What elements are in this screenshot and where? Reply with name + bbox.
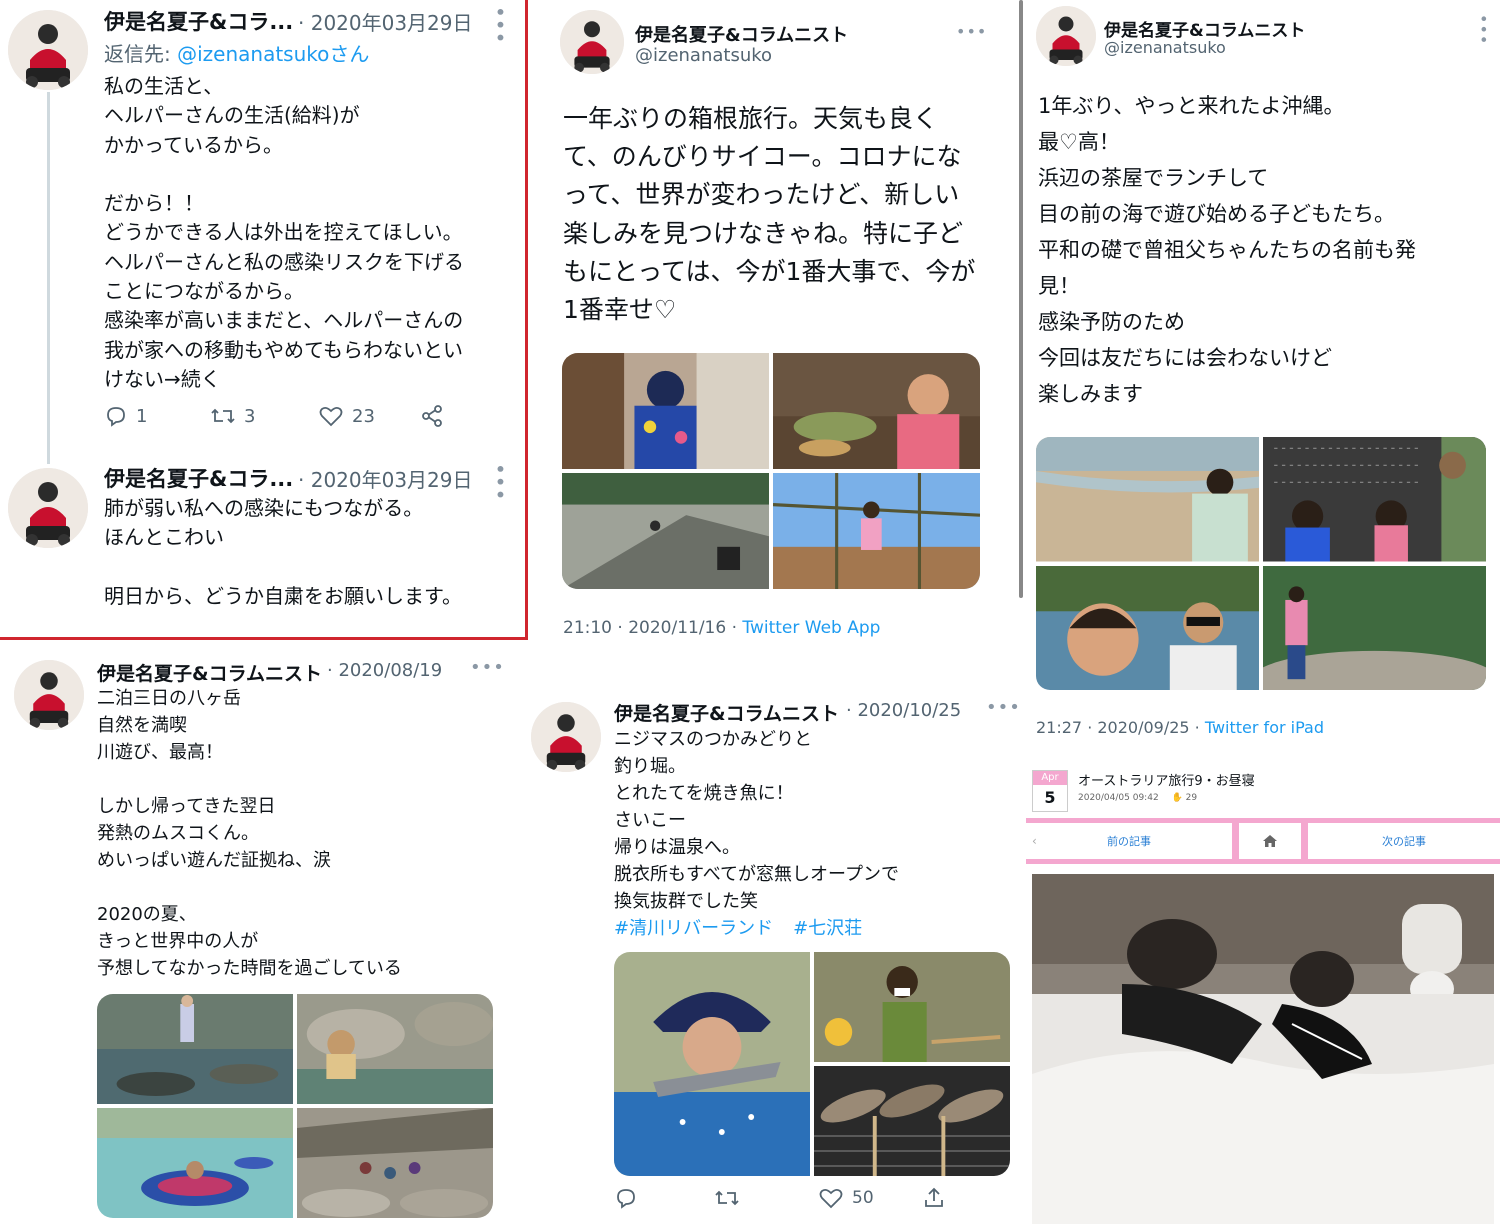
like-button[interactable]: 50 [818, 1186, 922, 1210]
author-name[interactable]: 伊是名夏子&コラムニスト [635, 21, 848, 47]
prev-post-label: 前の記事 [1107, 835, 1151, 848]
blog-post-datetime: 2020/04/05 09:42 [1078, 793, 1159, 803]
avatar[interactable] [560, 10, 624, 74]
photo-grid[interactable] [614, 952, 1010, 1176]
photo-fish-holding[interactable] [614, 952, 810, 1176]
home-button[interactable] [1239, 823, 1301, 859]
tweet-timestamp-line: 21:10 · 2020/11/16 · Twitter Web App [563, 618, 880, 638]
blog-post-title[interactable]: オーストラリア旅行9・お昼寝 [1078, 770, 1255, 789]
tweet-timestamp[interactable]: 21:10 · 2020/11/16 · [563, 618, 742, 638]
tweet-timestamp-line: 21:27 · 2020/09/25 · Twitter for iPad [1036, 718, 1324, 737]
tweet-source[interactable]: Twitter Web App [742, 618, 880, 638]
photo-river-child[interactable] [97, 994, 293, 1104]
share-icon [925, 1187, 943, 1207]
blog-panel: Apr 5 オーストラリア旅行9・お昼寝 2020/04/05 09:42 ✋ … [1026, 760, 1500, 1230]
photo-grilling-fish[interactable] [814, 1066, 1010, 1176]
photo-beach[interactable] [1036, 437, 1259, 562]
avatar[interactable] [14, 660, 84, 730]
blog-post-meta: 2020/04/05 09:42 ✋ 29 [1078, 793, 1197, 803]
photo-children-railing[interactable] [773, 473, 980, 589]
scrollbar-thumb[interactable] [1019, 0, 1023, 598]
tweet-text: ニジマスのつかみどりと 釣り堀。 とれたてを焼き魚に！ さいこー 帰りは温泉へ。… [614, 729, 899, 912]
more-options-icon[interactable]: ••• [956, 22, 987, 41]
photo-river-float[interactable] [97, 1108, 293, 1218]
tweet-panel-okinawa: 伊是名夏子&コラムニスト @izenanatsuko ••• 1年ぶり、やっと来… [1026, 0, 1500, 760]
hashtag-link[interactable]: #清川リバーランド [614, 918, 773, 939]
tweet-source[interactable]: Twitter for iPad [1205, 718, 1324, 737]
date-badge-month: Apr [1033, 771, 1067, 785]
more-options-icon[interactable]: ••• [986, 697, 1021, 718]
clap-count: 29 [1185, 793, 1198, 803]
blog-nav-bar: ‹ 前の記事 次の記事 [1026, 818, 1500, 864]
photo-rocks-hat[interactable] [297, 994, 493, 1104]
photo-child-drinking[interactable] [562, 353, 769, 469]
photo-riverbank-group[interactable] [297, 1108, 493, 1218]
tweet-text: 二泊三日の八ヶ岳 自然を満喫 川遊び、最高！ しかし帰ってきた翌日 発熱のムスコ… [97, 688, 402, 979]
next-post-button[interactable]: 次の記事 [1308, 823, 1500, 859]
photo-court-shadow[interactable] [562, 473, 769, 589]
photo-dinner-table[interactable] [773, 353, 980, 469]
tweet-text: 1年ぶり、やっと来れたよ沖縄。 最♡高！ 浜辺の茶屋でランチして 目の前の海で遊… [1038, 94, 1416, 406]
tweet-panel-yatsugatake: 伊是名夏子&コラムニスト · 2020/08/19 ••• 二泊三日の八ヶ岳 自… [0, 645, 528, 1230]
tweet-date[interactable]: · 2020/08/19 [327, 660, 442, 681]
avatar[interactable] [531, 702, 601, 772]
author-handle[interactable]: @izenanatsuko [635, 45, 772, 66]
tweet-timestamp[interactable]: 21:27 · 2020/09/25 · [1036, 718, 1205, 737]
like-count: 50 [852, 1188, 874, 1208]
photo-grid[interactable] [1036, 437, 1486, 690]
tweet-thread-panel: 伊是名夏子&コラ... · 2020年03月29日 ••• 返信先: @izen… [0, 0, 528, 640]
hashtag-line: #清川リバーランド #七沢荘 [614, 914, 862, 940]
retweet-icon [715, 1190, 739, 1206]
more-options-icon[interactable]: ••• [470, 657, 505, 678]
chevron-left-icon: ‹ [1032, 834, 1037, 848]
reply-button[interactable] [614, 1186, 714, 1210]
tweet-panel-kiyokawa: 伊是名夏子&コラムニスト · 2020/10/25 ••• ニジマスのつかみどり… [528, 690, 1026, 1230]
tweet-date[interactable]: · 2020/10/25 [846, 700, 961, 721]
tweet-text: 一年ぶりの箱根旅行。天気も良く て、のんびりサイコー。コロナにな って、世界が変… [563, 104, 976, 325]
tweet-panel-hakone: 伊是名夏子&コラムニスト @izenanatsuko ••• 一年ぶりの箱根旅行… [536, 0, 1026, 650]
heart-icon [819, 1188, 843, 1209]
reply-icon [617, 1189, 635, 1209]
more-options-icon[interactable]: ••• [1474, 14, 1493, 45]
avatar[interactable] [1036, 6, 1096, 66]
photo-children-sleeping[interactable] [1032, 874, 1494, 1224]
highlight-frame [0, 0, 528, 640]
author-name[interactable]: 伊是名夏子&コラムニスト [97, 659, 322, 686]
date-badge-day: 5 [1044, 788, 1056, 807]
next-post-label: 次の記事 [1382, 835, 1426, 848]
prev-post-button[interactable]: ‹ 前の記事 [1026, 823, 1232, 859]
photo-peace-memorial[interactable] [1263, 437, 1486, 562]
photo-child-rocks[interactable] [1263, 565, 1486, 690]
hashtag-link[interactable]: #七沢荘 [793, 918, 862, 939]
home-icon [1263, 835, 1277, 847]
author-handle[interactable]: @izenanatsuko [1104, 38, 1226, 57]
date-badge: Apr 5 [1032, 770, 1068, 812]
photo-children-masks[interactable] [814, 952, 1010, 1062]
share-button[interactable] [922, 1186, 946, 1210]
clap-icon: ✋ [1171, 793, 1183, 803]
photo-grid[interactable] [97, 994, 493, 1218]
retweet-button[interactable] [714, 1186, 818, 1210]
photo-selfie-sea[interactable] [1036, 565, 1259, 690]
photo-grid[interactable] [562, 353, 980, 589]
tweet-actions: 50 [614, 1186, 946, 1210]
author-name[interactable]: 伊是名夏子&コラムニスト [614, 699, 839, 726]
